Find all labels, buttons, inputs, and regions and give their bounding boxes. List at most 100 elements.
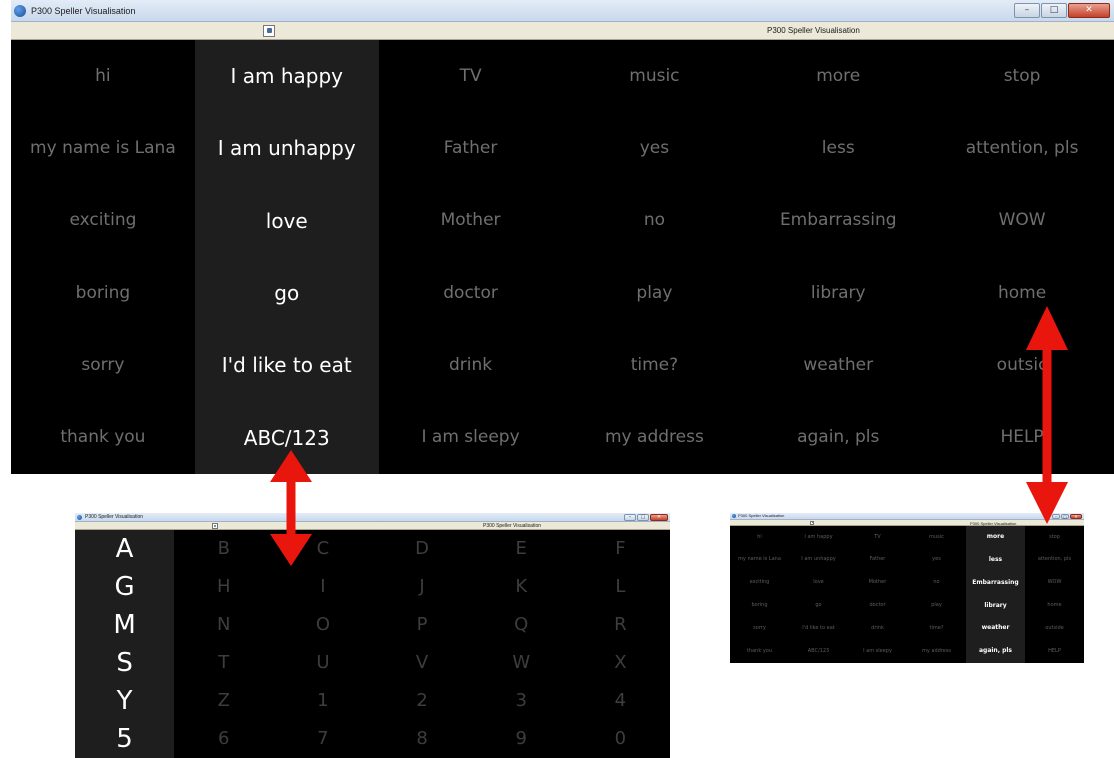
speller-cell[interactable]: again, pls bbox=[746, 402, 930, 474]
speller-cell[interactable]: Father bbox=[379, 112, 563, 184]
speller-cell[interactable]: library bbox=[746, 257, 930, 329]
maximize-button[interactable]: □ bbox=[1061, 514, 1069, 519]
speller-cell[interactable]: N bbox=[174, 606, 273, 644]
speller-cell[interactable]: doctor bbox=[848, 595, 907, 618]
speller-cell[interactable]: M bbox=[75, 606, 174, 644]
speller-cell[interactable]: H bbox=[174, 568, 273, 606]
speller-cell[interactable]: TV bbox=[379, 40, 563, 112]
speller-cell[interactable]: time? bbox=[907, 617, 966, 640]
speller-cell[interactable]: Mother bbox=[848, 572, 907, 595]
speller-cell[interactable]: doctor bbox=[379, 257, 563, 329]
speller-cell[interactable]: 6 bbox=[174, 720, 273, 758]
speller-cell[interactable]: I'd like to eat bbox=[789, 617, 848, 640]
speller-cell[interactable]: more bbox=[966, 526, 1025, 549]
speller-cell[interactable]: again, pls bbox=[966, 640, 1025, 663]
speller-cell[interactable]: home bbox=[930, 257, 1114, 329]
speller-cell[interactable]: I am unhappy bbox=[195, 112, 379, 184]
speller-cell[interactable]: less bbox=[966, 549, 1025, 572]
speller-cell[interactable]: less bbox=[746, 112, 930, 184]
toolbar-window-icon[interactable] bbox=[810, 521, 814, 525]
speller-cell[interactable]: WOW bbox=[930, 185, 1114, 257]
speller-cell[interactable]: weather bbox=[746, 329, 930, 401]
speller-cell[interactable]: go bbox=[789, 595, 848, 618]
close-button[interactable]: ✕ bbox=[1070, 514, 1082, 519]
speller-cell[interactable]: V bbox=[372, 644, 471, 682]
speller-cell[interactable]: 5 bbox=[75, 720, 174, 758]
speller-cell[interactable]: D bbox=[372, 530, 471, 568]
speller-cell[interactable]: 0 bbox=[571, 720, 670, 758]
speller-cell[interactable]: HELP bbox=[1025, 640, 1084, 663]
speller-cell[interactable]: my address bbox=[562, 402, 746, 474]
speller-cell[interactable]: play bbox=[907, 595, 966, 618]
speller-cell[interactable]: HELP bbox=[930, 402, 1114, 474]
speller-cell[interactable]: no bbox=[562, 185, 746, 257]
speller-cell[interactable]: 3 bbox=[472, 682, 571, 720]
speller-cell[interactable]: thank you bbox=[11, 402, 195, 474]
speller-cell[interactable]: exciting bbox=[11, 185, 195, 257]
speller-cell[interactable]: A bbox=[75, 530, 174, 568]
speller-cell[interactable]: I bbox=[273, 568, 372, 606]
speller-cell[interactable]: Embarrassing bbox=[966, 572, 1025, 595]
speller-cell[interactable]: music bbox=[907, 526, 966, 549]
speller-cell[interactable]: boring bbox=[730, 595, 789, 618]
minimize-button[interactable]: – bbox=[1014, 3, 1040, 18]
speller-cell[interactable]: Z bbox=[174, 682, 273, 720]
speller-cell[interactable]: love bbox=[195, 185, 379, 257]
speller-cell[interactable]: 7 bbox=[273, 720, 372, 758]
speller-cell[interactable]: weather bbox=[966, 617, 1025, 640]
speller-cell[interactable]: music bbox=[562, 40, 746, 112]
speller-cell[interactable]: 9 bbox=[472, 720, 571, 758]
speller-cell[interactable]: I am sleepy bbox=[848, 640, 907, 663]
speller-cell[interactable]: TV bbox=[848, 526, 907, 549]
speller-cell[interactable]: ABC/123 bbox=[195, 402, 379, 474]
speller-cell[interactable]: 2 bbox=[372, 682, 471, 720]
speller-cell[interactable]: I am happy bbox=[195, 40, 379, 112]
speller-cell[interactable]: hi bbox=[730, 526, 789, 549]
speller-cell[interactable]: I'd like to eat bbox=[195, 329, 379, 401]
speller-cell[interactable]: I am unhappy bbox=[789, 549, 848, 572]
speller-cell[interactable]: stop bbox=[930, 40, 1114, 112]
speller-cell[interactable]: exciting bbox=[730, 572, 789, 595]
speller-cell[interactable]: Father bbox=[848, 549, 907, 572]
speller-cell[interactable]: ABC/123 bbox=[789, 640, 848, 663]
speller-cell[interactable]: boring bbox=[11, 257, 195, 329]
speller-cell[interactable]: outside bbox=[1025, 617, 1084, 640]
speller-cell[interactable]: thank you bbox=[730, 640, 789, 663]
speller-cell[interactable]: go bbox=[195, 257, 379, 329]
close-button[interactable]: ✕ bbox=[1068, 3, 1110, 18]
close-button[interactable]: ✕ bbox=[650, 514, 668, 521]
speller-cell[interactable]: F bbox=[571, 530, 670, 568]
maximize-button[interactable]: □ bbox=[637, 514, 649, 521]
speller-cell[interactable]: B bbox=[174, 530, 273, 568]
speller-cell[interactable]: Q bbox=[472, 606, 571, 644]
speller-cell[interactable]: play bbox=[562, 257, 746, 329]
speller-cell[interactable]: stop bbox=[1025, 526, 1084, 549]
speller-cell[interactable]: W bbox=[472, 644, 571, 682]
speller-cell[interactable]: G bbox=[75, 568, 174, 606]
speller-cell[interactable]: library bbox=[966, 595, 1025, 618]
speller-cell[interactable]: outsic bbox=[930, 329, 1114, 401]
speller-cell[interactable]: K bbox=[472, 568, 571, 606]
speller-cell[interactable]: 8 bbox=[372, 720, 471, 758]
speller-cell[interactable]: my address bbox=[907, 640, 966, 663]
speller-cell[interactable]: home bbox=[1025, 595, 1084, 618]
speller-cell[interactable]: more bbox=[746, 40, 930, 112]
speller-cell[interactable]: yes bbox=[907, 549, 966, 572]
title-bar[interactable]: P300 Speller Visualisation – □ ✕ bbox=[11, 0, 1114, 22]
speller-cell[interactable]: Y bbox=[75, 682, 174, 720]
title-bar[interactable]: P300 Speller Visualisation – □ ✕ bbox=[75, 513, 670, 522]
speller-cell[interactable]: my name is Lana bbox=[730, 549, 789, 572]
speller-cell[interactable]: my name is Lana bbox=[11, 112, 195, 184]
speller-cell[interactable]: P bbox=[372, 606, 471, 644]
speller-cell[interactable]: WOW bbox=[1025, 572, 1084, 595]
speller-cell[interactable]: drink bbox=[379, 329, 563, 401]
minimize-button[interactable]: – bbox=[1052, 514, 1060, 519]
speller-cell[interactable]: E bbox=[472, 530, 571, 568]
speller-cell[interactable]: hi bbox=[11, 40, 195, 112]
speller-cell[interactable]: 4 bbox=[571, 682, 670, 720]
speller-cell[interactable]: sorry bbox=[11, 329, 195, 401]
speller-cell[interactable]: T bbox=[174, 644, 273, 682]
speller-cell[interactable]: 1 bbox=[273, 682, 372, 720]
speller-cell[interactable]: J bbox=[372, 568, 471, 606]
speller-cell[interactable]: drink bbox=[848, 617, 907, 640]
